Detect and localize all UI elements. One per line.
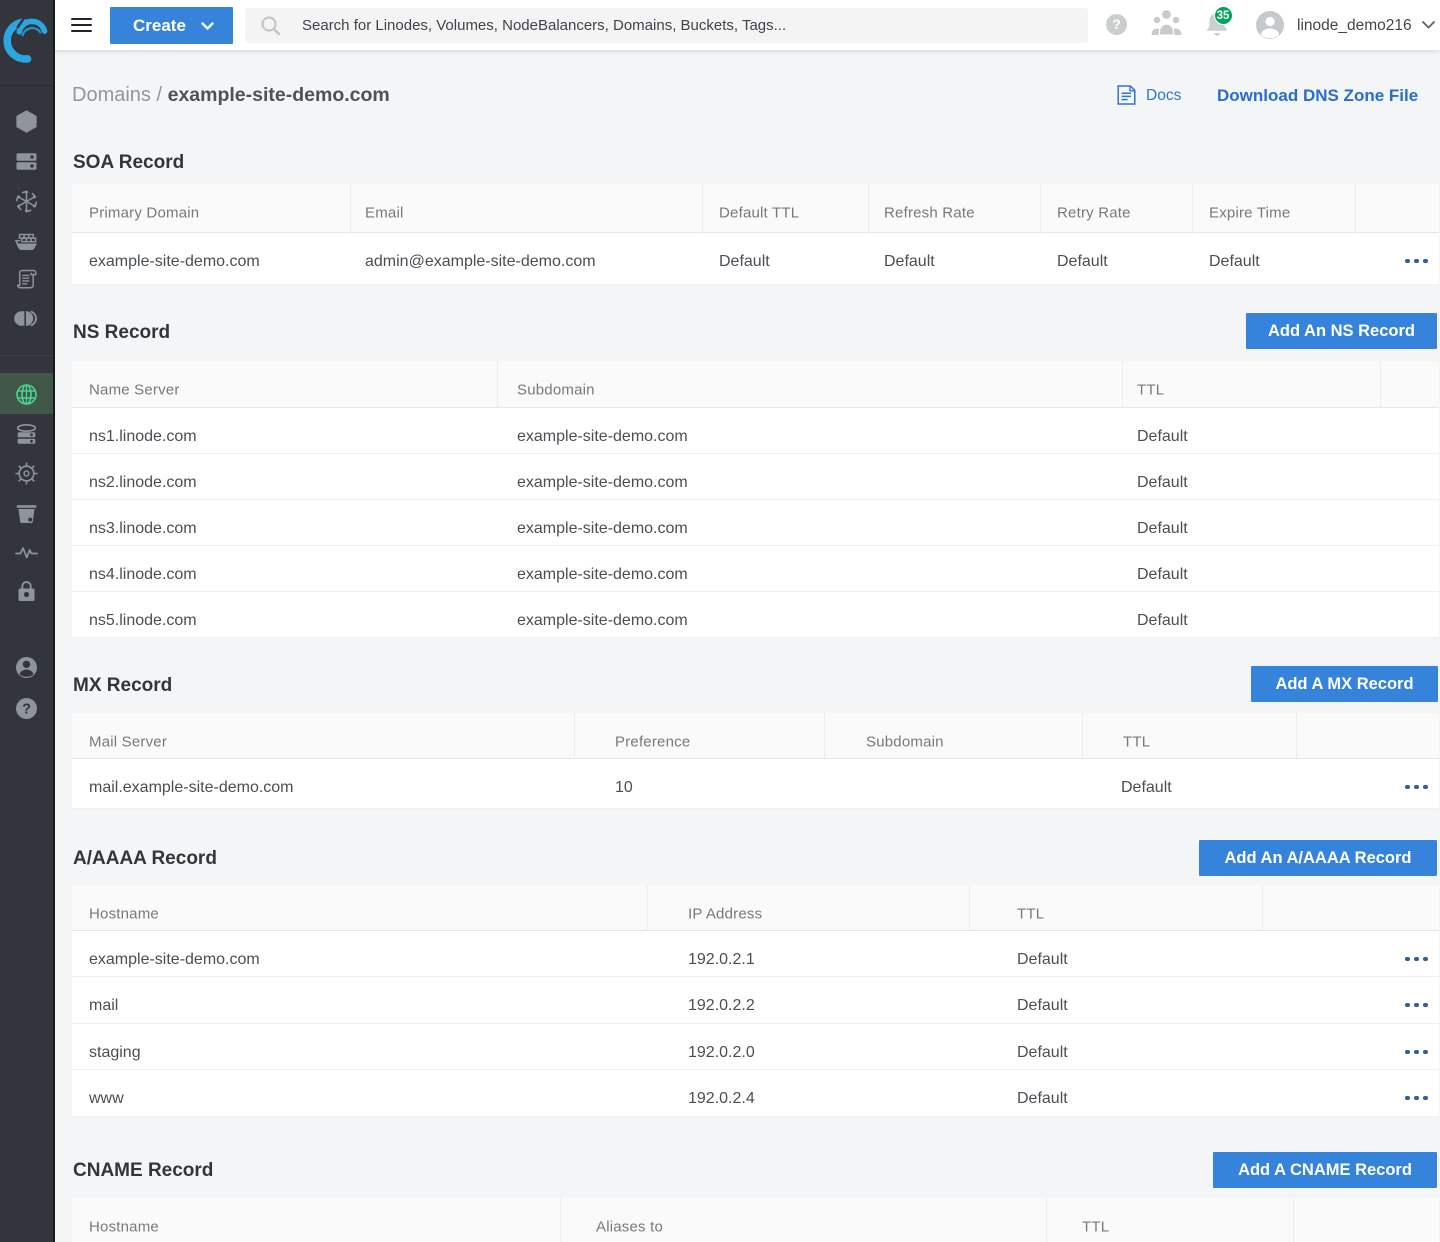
svg-text:?: ? (1112, 16, 1121, 32)
svg-text:?: ? (22, 701, 31, 717)
